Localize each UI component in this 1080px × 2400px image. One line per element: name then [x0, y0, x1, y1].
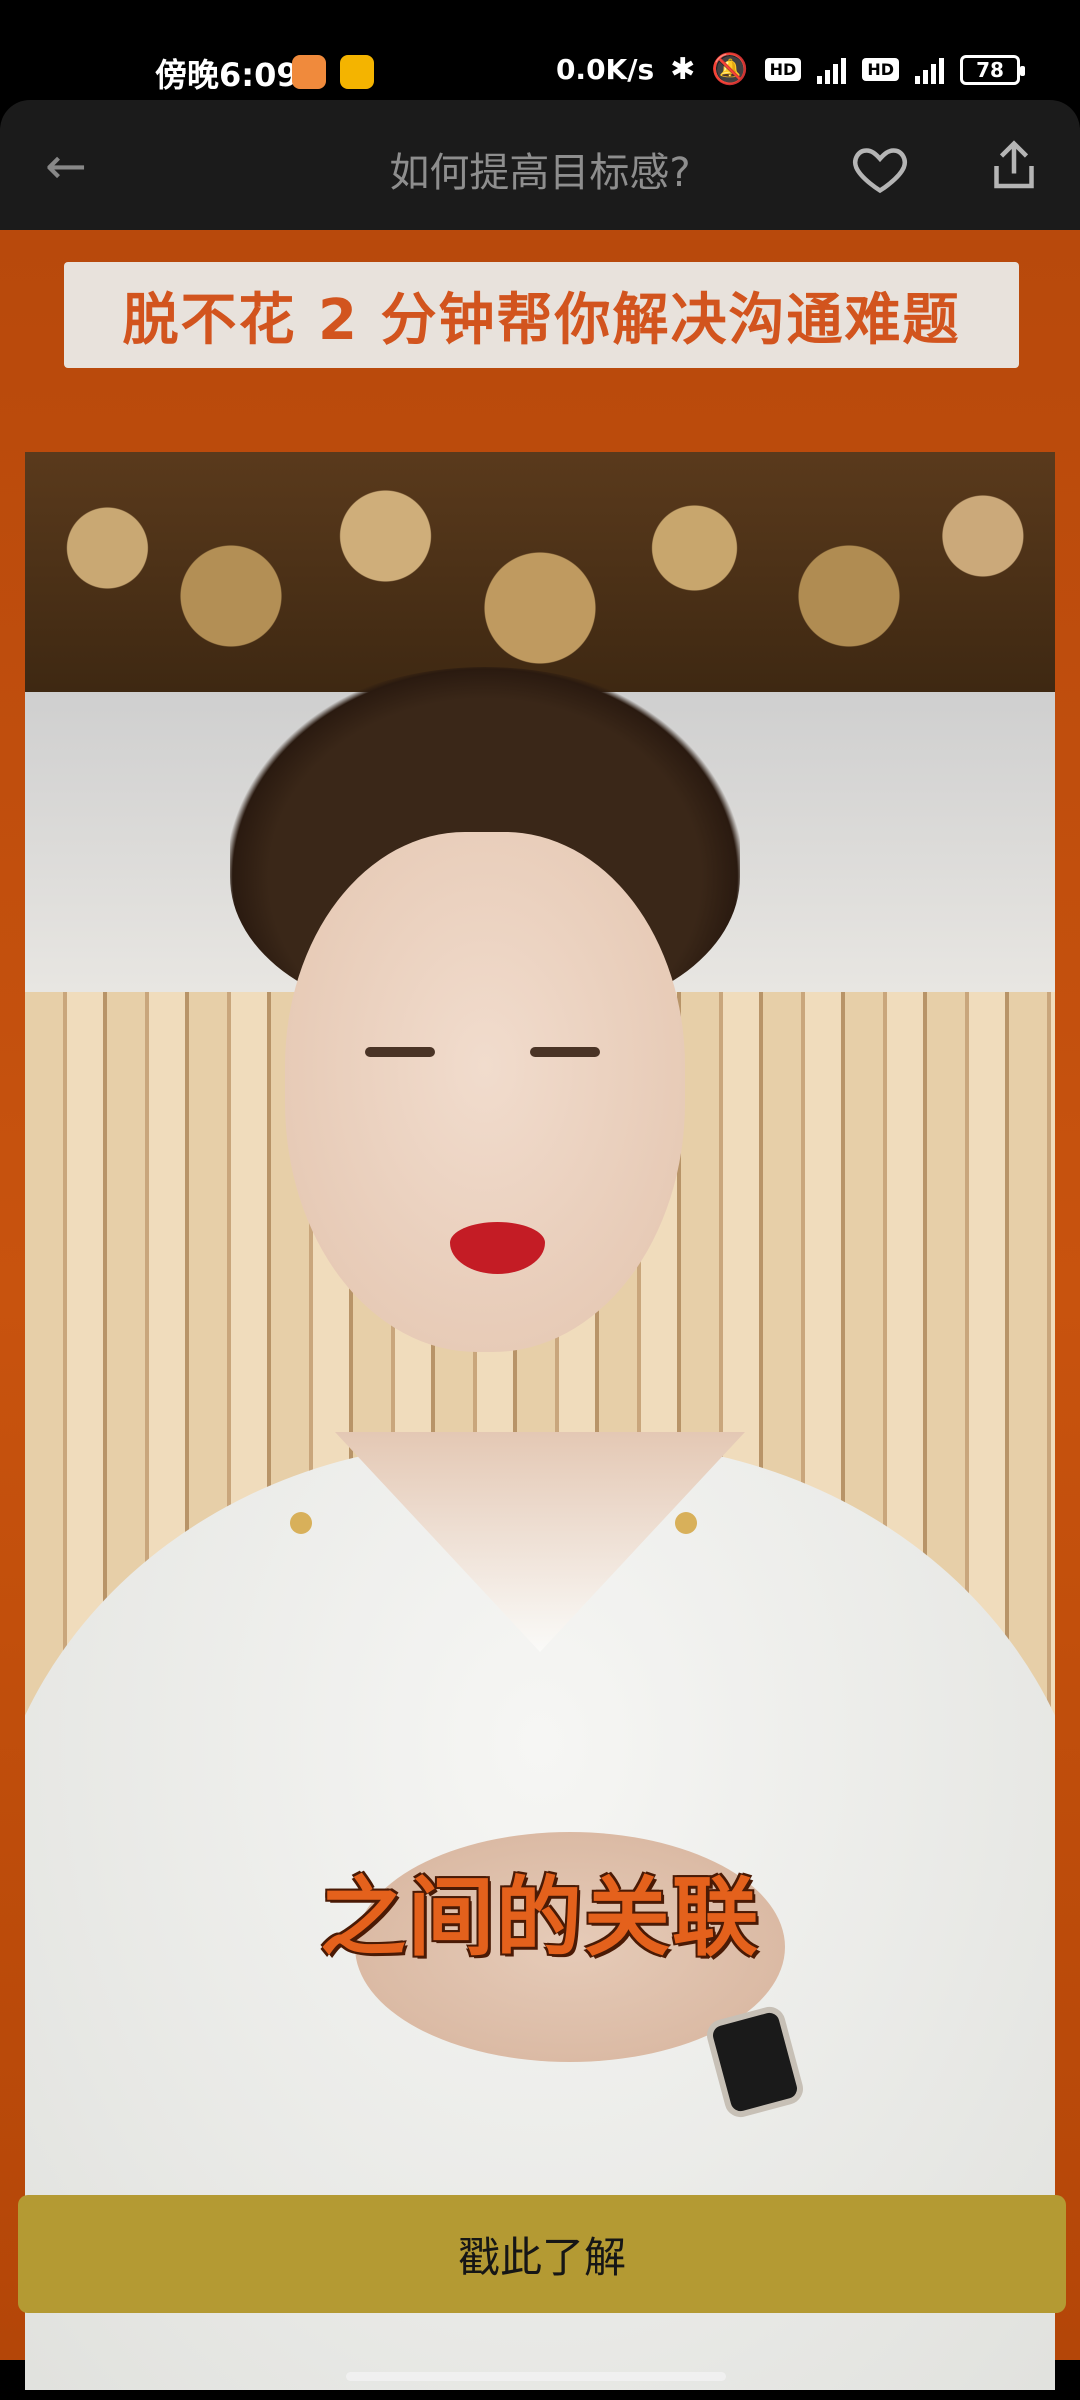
- presenter-face: [285, 832, 685, 1352]
- presenter-lips: [450, 1222, 545, 1274]
- app-notification-icon: [292, 55, 326, 89]
- earring: [675, 1512, 697, 1534]
- signal-icon-2: [915, 56, 944, 84]
- page-title: 如何提高目标感?: [389, 150, 691, 196]
- battery-icon: 78: [960, 54, 1025, 85]
- video-subtitle: 之间的关联: [320, 1868, 760, 1968]
- learn-more-button[interactable]: 戳此了解: [18, 2195, 1066, 2313]
- heart-icon[interactable]: [850, 138, 910, 198]
- status-bar: 傍晚6:09 0.0K/s ✱ 🔕 HD HD 78: [0, 0, 1080, 100]
- earring: [290, 1512, 312, 1534]
- notes-notification-icon: [340, 55, 374, 89]
- home-indicator[interactable]: [346, 2372, 726, 2381]
- signal-icon: [817, 56, 847, 84]
- share-icon[interactable]: [984, 136, 1044, 196]
- wood-carving-decoration: [25, 452, 1055, 692]
- presenter-eye: [530, 1047, 600, 1057]
- video-frame[interactable]: 之间的关联: [25, 452, 1055, 2390]
- status-time: 傍晚6:09: [155, 56, 299, 94]
- net-speed: 0.0K/s: [555, 53, 655, 86]
- hd-badge-2: HD: [862, 58, 899, 81]
- bluetooth-icon: ✱: [670, 52, 696, 87]
- presenter-eye: [365, 1047, 435, 1057]
- status-indicators: 0.0K/s ✱ 🔕 HD HD 78: [555, 52, 1025, 87]
- mute-bell-icon: 🔕: [711, 52, 749, 87]
- hd-badge: HD: [764, 58, 802, 81]
- nav-bar: ← 如何提高目标感?: [0, 100, 1080, 230]
- ad-banner: 脱不花 2 分钟帮你解决沟通难题: [64, 262, 1019, 368]
- video-ad[interactable]: 脱不花 2 分钟帮你解决沟通难题 之间的关联: [0, 230, 1080, 2390]
